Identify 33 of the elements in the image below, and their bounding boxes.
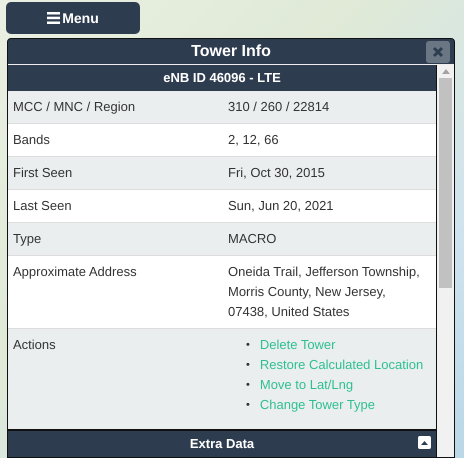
row-value: Oneida Trail, Jefferson Township, Morris County, New Jersey, 07438, United States	[228, 263, 421, 321]
bullet: •	[246, 398, 250, 413]
row-value: 2, 12, 66	[228, 131, 280, 149]
collapse-button[interactable]	[418, 436, 431, 449]
section-header: eNB ID 46096 - LTE	[8, 65, 436, 91]
row-value: MACRO	[228, 230, 278, 248]
scrollbar-thumb[interactable]	[439, 78, 452, 288]
panel-title: Tower Info	[191, 42, 271, 62]
row-value: 310 / 260 / 22814	[228, 98, 330, 116]
action-link[interactable]: Delete Tower	[260, 335, 336, 355]
menu-icon	[47, 12, 60, 24]
bullet: •	[246, 338, 250, 353]
scroll-up-icon[interactable]	[442, 69, 450, 74]
row-label: Bands	[13, 131, 51, 149]
row-label: MCC / MNC / Region	[13, 98, 136, 116]
action-link[interactable]: Restore Calculated Location	[260, 355, 424, 375]
action-link[interactable]: Change Tower Type	[260, 395, 376, 415]
row-label: Actions	[13, 336, 57, 354]
row-value: Fri, Oct 30, 2015	[228, 164, 326, 182]
row-label: First Seen	[13, 164, 74, 182]
row-label: Last Seen	[13, 197, 73, 215]
bullet: •	[246, 358, 250, 373]
row-value: Sun, Jun 20, 2021	[228, 197, 335, 215]
close-button[interactable]	[426, 41, 450, 63]
action-link[interactable]: Move to Lat/Lng	[260, 375, 354, 395]
close-icon	[432, 46, 444, 58]
caret-up-icon	[421, 440, 428, 444]
row-label: Type	[13, 230, 42, 248]
section-header: Extra Data	[190, 435, 254, 454]
menu-button[interactable]: Menu	[6, 2, 140, 34]
scrollbar[interactable]	[437, 65, 454, 457]
row-label: Approximate Address	[13, 263, 138, 281]
bullet: •	[246, 378, 250, 393]
